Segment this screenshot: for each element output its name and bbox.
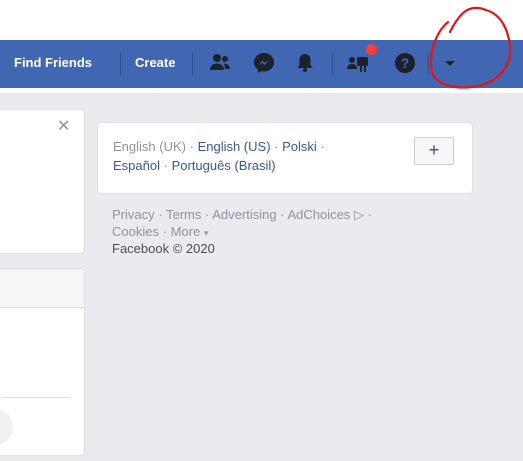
cookies-link[interactable]: Cookies <box>112 224 159 239</box>
nav-divider <box>192 53 193 75</box>
left-card-lower <box>0 268 85 456</box>
add-language-button[interactable]: + <box>414 137 454 165</box>
adchoices-icon: ▷ <box>353 207 364 222</box>
left-card <box>0 109 85 254</box>
adchoices-link[interactable]: AdChoices <box>287 207 350 222</box>
notifications-bell-icon[interactable] <box>292 50 318 76</box>
terms-link[interactable]: Terms <box>166 207 201 222</box>
nav-divider <box>120 53 121 75</box>
footer-links-row-2: Cookies · More ▾ <box>112 224 209 239</box>
copyright-text: Facebook © 2020 <box>112 241 215 256</box>
top-navigation-bar: Find Friends Create ? <box>0 40 523 88</box>
language-link-portugues-brasil[interactable]: Português (Brasil) <box>172 158 276 173</box>
more-link[interactable]: More <box>171 224 201 239</box>
account-menu-caret-icon[interactable] <box>437 50 463 76</box>
quick-help-icon[interactable] <box>345 50 371 76</box>
current-language: English (UK) <box>113 139 186 154</box>
nav-divider <box>332 53 333 75</box>
more-caret-icon: ▾ <box>203 228 209 238</box>
language-link-polski[interactable]: Polski <box>282 139 317 154</box>
nav-divider <box>428 53 429 75</box>
footer-copyright: Facebook © 2020 <box>112 241 215 257</box>
footer-links-row-1: Privacy · Terms · Advertising · AdChoice… <box>112 207 372 222</box>
language-row-1: English (UK) · English (US) · Polski · <box>113 139 325 154</box>
advertising-link[interactable]: Advertising <box>212 207 276 222</box>
divider <box>1 397 71 398</box>
help-icon[interactable]: ? <box>392 50 418 76</box>
close-icon[interactable]: ✕ <box>57 119 70 135</box>
language-selector-box: English (UK) · English (US) · Polski · E… <box>97 122 473 194</box>
friends-icon[interactable] <box>207 50 233 76</box>
card-header <box>0 269 84 308</box>
language-link-espanol[interactable]: Español <box>113 158 160 173</box>
language-row-2: Español · Português (Brasil) <box>113 158 276 173</box>
create-link[interactable]: Create <box>135 55 175 71</box>
svg-text:?: ? <box>401 55 410 71</box>
notification-badge <box>366 44 377 55</box>
avatar <box>0 409 13 445</box>
messenger-icon[interactable] <box>251 50 277 76</box>
privacy-link[interactable]: Privacy <box>112 207 155 222</box>
find-friends-link[interactable]: Find Friends <box>14 55 92 71</box>
language-link-english-us[interactable]: English (US) <box>198 139 271 154</box>
